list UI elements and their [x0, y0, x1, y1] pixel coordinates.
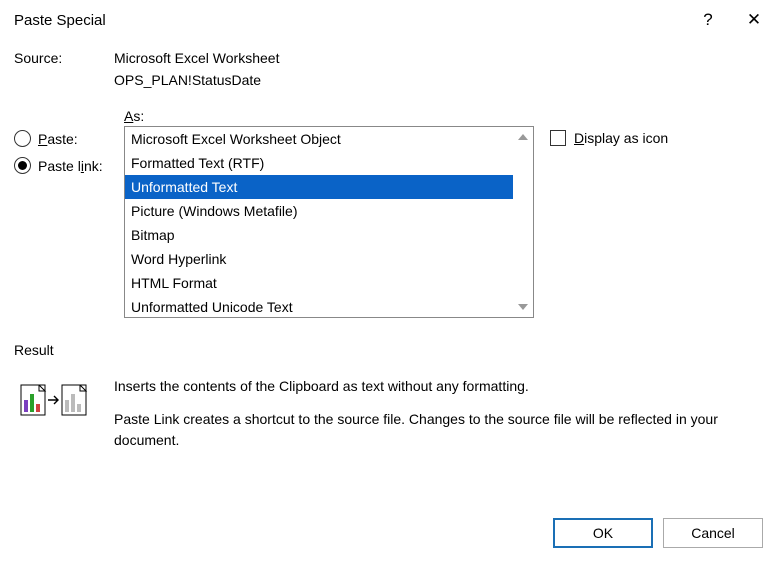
as-list-items: Microsoft Excel Worksheet Object Formatt… [125, 127, 513, 317]
radio-paste-link-label: Paste link: [38, 158, 103, 174]
close-icon: ✕ [747, 10, 761, 30]
display-as-icon-label: Display as icon [574, 130, 668, 146]
scroll-up-icon[interactable] [513, 127, 533, 147]
result-line1: Inserts the contents of the Clipboard as… [114, 376, 763, 397]
radio-icon [14, 130, 31, 147]
radio-paste[interactable]: Paste: [14, 130, 114, 147]
cancel-button[interactable]: Cancel [663, 518, 763, 548]
checkbox-icon [550, 130, 566, 146]
list-item[interactable]: Bitmap [125, 223, 513, 247]
result-heading: Result [14, 342, 763, 358]
display-as-icon-checkbox[interactable]: Display as icon [550, 130, 763, 146]
titlebar: Paste Special ? ✕ [0, 0, 777, 40]
list-item[interactable]: HTML Format [125, 271, 513, 295]
dialog-title: Paste Special [14, 12, 106, 29]
source-label: Source: [14, 50, 114, 94]
radio-paste-label: Paste: [38, 131, 78, 147]
radio-icon [14, 157, 31, 174]
help-icon: ? [703, 10, 712, 30]
list-item[interactable]: Microsoft Excel Worksheet Object [125, 127, 513, 151]
scroll-down-icon[interactable] [513, 297, 533, 317]
radio-paste-link[interactable]: Paste link: [14, 157, 114, 174]
help-button[interactable]: ? [685, 0, 731, 40]
list-item[interactable]: Unformatted Text [125, 175, 513, 199]
list-item[interactable]: Formatted Text (RTF) [125, 151, 513, 175]
scrollbar[interactable] [513, 127, 533, 317]
ok-button[interactable]: OK [553, 518, 653, 548]
list-item[interactable]: Word Hyperlink [125, 247, 513, 271]
source-ref: OPS_PLAN!StatusDate [114, 72, 763, 88]
result-line2: Paste Link creates a shortcut to the sou… [114, 409, 763, 451]
as-listbox[interactable]: Microsoft Excel Worksheet Object Formatt… [124, 126, 534, 318]
list-item[interactable]: Unformatted Unicode Text [125, 295, 513, 317]
as-label: As: [124, 108, 534, 124]
result-icon [14, 376, 114, 418]
close-button[interactable]: ✕ [731, 0, 777, 40]
list-item[interactable]: Picture (Windows Metafile) [125, 199, 513, 223]
source-app: Microsoft Excel Worksheet [114, 50, 763, 66]
